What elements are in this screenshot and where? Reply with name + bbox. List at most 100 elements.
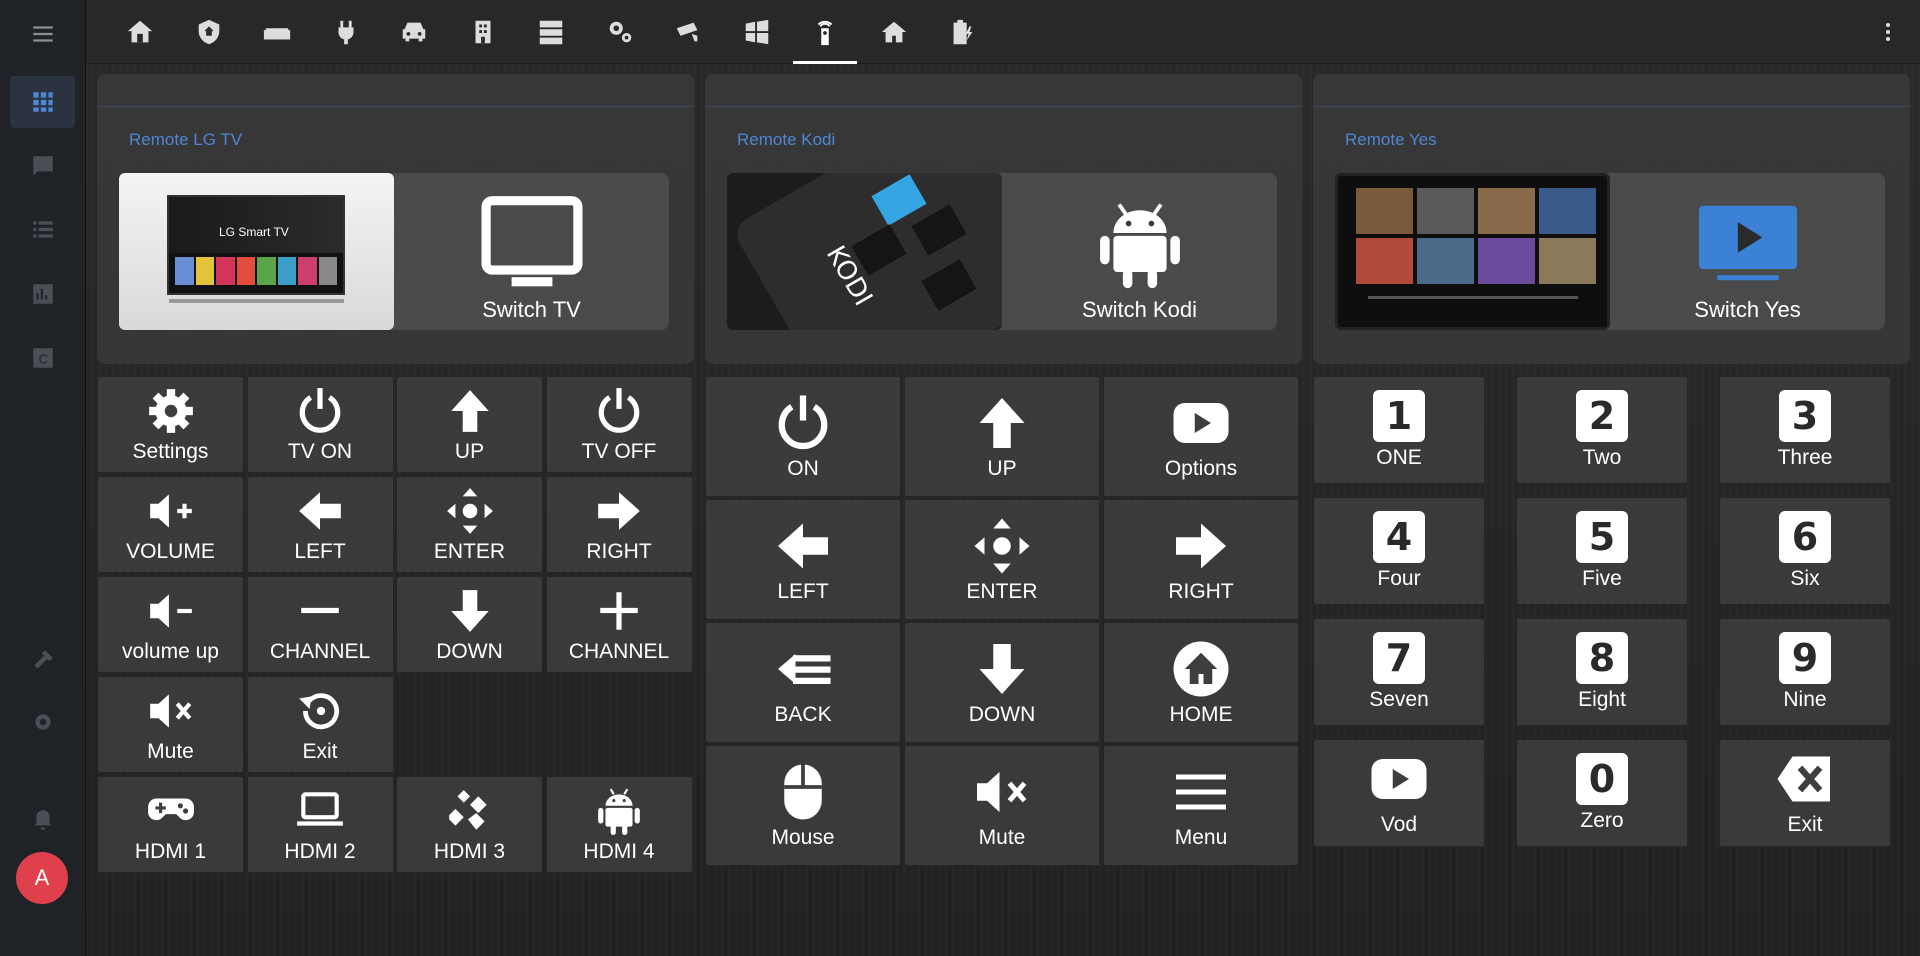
switch-tv-button[interactable]: Switch TV <box>394 173 669 330</box>
yes-five-button[interactable]: 5 Five <box>1516 497 1688 605</box>
button-label: Six <box>1790 567 1820 590</box>
kodi-right-button[interactable]: RIGHT <box>1103 499 1299 620</box>
card-title: Remote Kodi <box>737 130 836 149</box>
yes-seven-button[interactable]: 7 Seven <box>1313 618 1485 726</box>
sofa-icon <box>263 28 291 40</box>
switch-kodi-button[interactable]: Switch Kodi <box>1002 173 1277 330</box>
digit-1-icon: 1 <box>1373 390 1425 442</box>
lg-channel-button[interactable]: CHANNEL <box>545 576 693 673</box>
yes-nine-button[interactable]: 9 Nine <box>1719 618 1891 726</box>
sidebar-item-history[interactable] <box>10 268 75 320</box>
lg-down-button[interactable]: DOWN <box>396 576 543 673</box>
card-remote-kodi: Remote Kodi KODI Switch Kodi <box>705 74 1302 364</box>
kodi-home-button[interactable]: HOME <box>1103 622 1299 743</box>
tab-remote[interactable] <box>793 0 857 64</box>
kodi-back-button[interactable]: BACK <box>705 622 901 743</box>
kodi-left-button[interactable]: LEFT <box>705 499 901 620</box>
kodi-menu-button[interactable]: Menu <box>1103 745 1299 866</box>
lg-hdmi-1-button[interactable]: HDMI 1 <box>97 776 244 873</box>
tab-server[interactable] <box>519 0 583 64</box>
kodi-on-button[interactable]: ON <box>705 376 901 497</box>
lg-volume-button[interactable]: VOLUME <box>97 476 244 573</box>
menu-toggle-button[interactable] <box>10 8 75 60</box>
tab-house[interactable] <box>862 0 926 64</box>
yes-four-button[interactable]: 4 Four <box>1313 497 1485 605</box>
lg-up-button[interactable]: UP <box>396 376 543 473</box>
power-plug-icon <box>338 20 353 45</box>
sidebar-item-settings[interactable] <box>10 696 75 748</box>
arrow-right-icon <box>1171 516 1231 576</box>
button-label: Seven <box>1369 688 1429 711</box>
lg-tv-off-button[interactable]: TV OFF <box>545 376 693 473</box>
avatar[interactable]: A <box>16 852 68 904</box>
yes-zero-button[interactable]: 0 Zero <box>1516 739 1688 847</box>
tab-cctv[interactable] <box>656 0 720 64</box>
digit-9-icon: 9 <box>1779 632 1831 684</box>
digit-8-icon: 8 <box>1576 632 1628 684</box>
minus-icon <box>295 586 345 636</box>
more-menu-button[interactable] <box>1874 18 1902 46</box>
lg-mute-button[interactable]: Mute <box>97 676 244 773</box>
button-label: RIGHT <box>586 539 652 563</box>
dpad-icon <box>445 486 495 536</box>
sidebar-item-notifications[interactable] <box>10 794 75 846</box>
sidebar-item-developer-tools[interactable] <box>10 634 75 686</box>
yes-six-button[interactable]: 6 Six <box>1719 497 1891 605</box>
lg-left-button[interactable]: LEFT <box>246 476 394 573</box>
tab-building[interactable] <box>451 0 515 64</box>
lg-hdmi-2-button[interactable]: HDMI 2 <box>246 776 394 873</box>
lg-exit-button[interactable]: Exit <box>246 676 394 773</box>
lg-enter-button[interactable]: ENTER <box>396 476 543 573</box>
tab-security-shield[interactable] <box>177 0 241 64</box>
lg-volume-up-button[interactable]: volume up <box>97 576 244 673</box>
lg-hdmi-4-button[interactable]: HDMI 4 <box>545 776 693 873</box>
home-circle-icon <box>1171 639 1231 699</box>
kodi-enter-button[interactable]: ENTER <box>904 499 1100 620</box>
lg-hdmi-3-button[interactable]: HDMI 3 <box>396 776 543 873</box>
tab-gears[interactable] <box>588 0 652 64</box>
button-label: Mute <box>978 825 1026 849</box>
yes-eight-button[interactable]: 8 Eight <box>1516 618 1688 726</box>
button-label: DOWN <box>436 639 503 663</box>
switch-yes-button[interactable]: Switch Yes <box>1610 173 1885 330</box>
chat-icon <box>32 156 53 176</box>
lg-channel-button[interactable]: CHANNEL <box>246 576 394 673</box>
youtube-tv-icon <box>1699 205 1797 281</box>
button-label: CHANNEL <box>269 639 371 663</box>
tab-power-plug[interactable] <box>314 0 378 64</box>
kodi-mouse-button[interactable]: Mouse <box>705 745 901 866</box>
power-icon <box>773 393 833 453</box>
yes-three-button[interactable]: 3 Three <box>1719 376 1891 484</box>
kodi-down-button[interactable]: DOWN <box>904 622 1100 743</box>
tab-home-assistant[interactable] <box>108 0 172 64</box>
arrow-up-icon <box>445 386 495 436</box>
button-label: Three <box>1777 446 1833 469</box>
yes-two-button[interactable]: 2 Two <box>1516 376 1688 484</box>
lg-tv-on-button[interactable]: TV ON <box>246 376 394 473</box>
battery-charging-icon <box>953 19 973 45</box>
cctv-icon <box>676 22 698 42</box>
kodi-mute-button[interactable]: Mute <box>904 745 1100 866</box>
yes-screen-image[interactable] <box>1335 173 1610 330</box>
tab-windows[interactable] <box>725 0 789 64</box>
yes-vod-button[interactable]: Vod <box>1313 739 1485 847</box>
kodi-up-button[interactable]: UP <box>904 376 1100 497</box>
digit-0-icon: 0 <box>1576 753 1628 805</box>
sidebar-item-config[interactable]: C <box>10 332 75 384</box>
yes-one-button[interactable]: 1 ONE <box>1313 376 1485 484</box>
kodi-box-image[interactable]: KODI <box>727 173 1002 330</box>
tab-car[interactable] <box>382 0 446 64</box>
tab-battery-charging[interactable] <box>930 0 994 64</box>
sidebar-item-list[interactable] <box>10 204 75 256</box>
yes-exit-button[interactable]: Exit <box>1719 739 1891 847</box>
button-label: Two <box>1582 446 1622 469</box>
sidebar-item-overview[interactable] <box>10 76 75 128</box>
lg-settings-button[interactable]: Settings <box>97 376 244 473</box>
back-icon <box>773 639 833 699</box>
kodi-options-button[interactable]: Options <box>1103 376 1299 497</box>
sidebar-item-logbook[interactable] <box>10 140 75 192</box>
tab-sofa[interactable] <box>245 0 309 64</box>
lg-right-button[interactable]: RIGHT <box>545 476 693 573</box>
backspace-icon <box>1775 749 1835 809</box>
lg-tv-image[interactable]: LG Smart TV <box>119 173 394 330</box>
